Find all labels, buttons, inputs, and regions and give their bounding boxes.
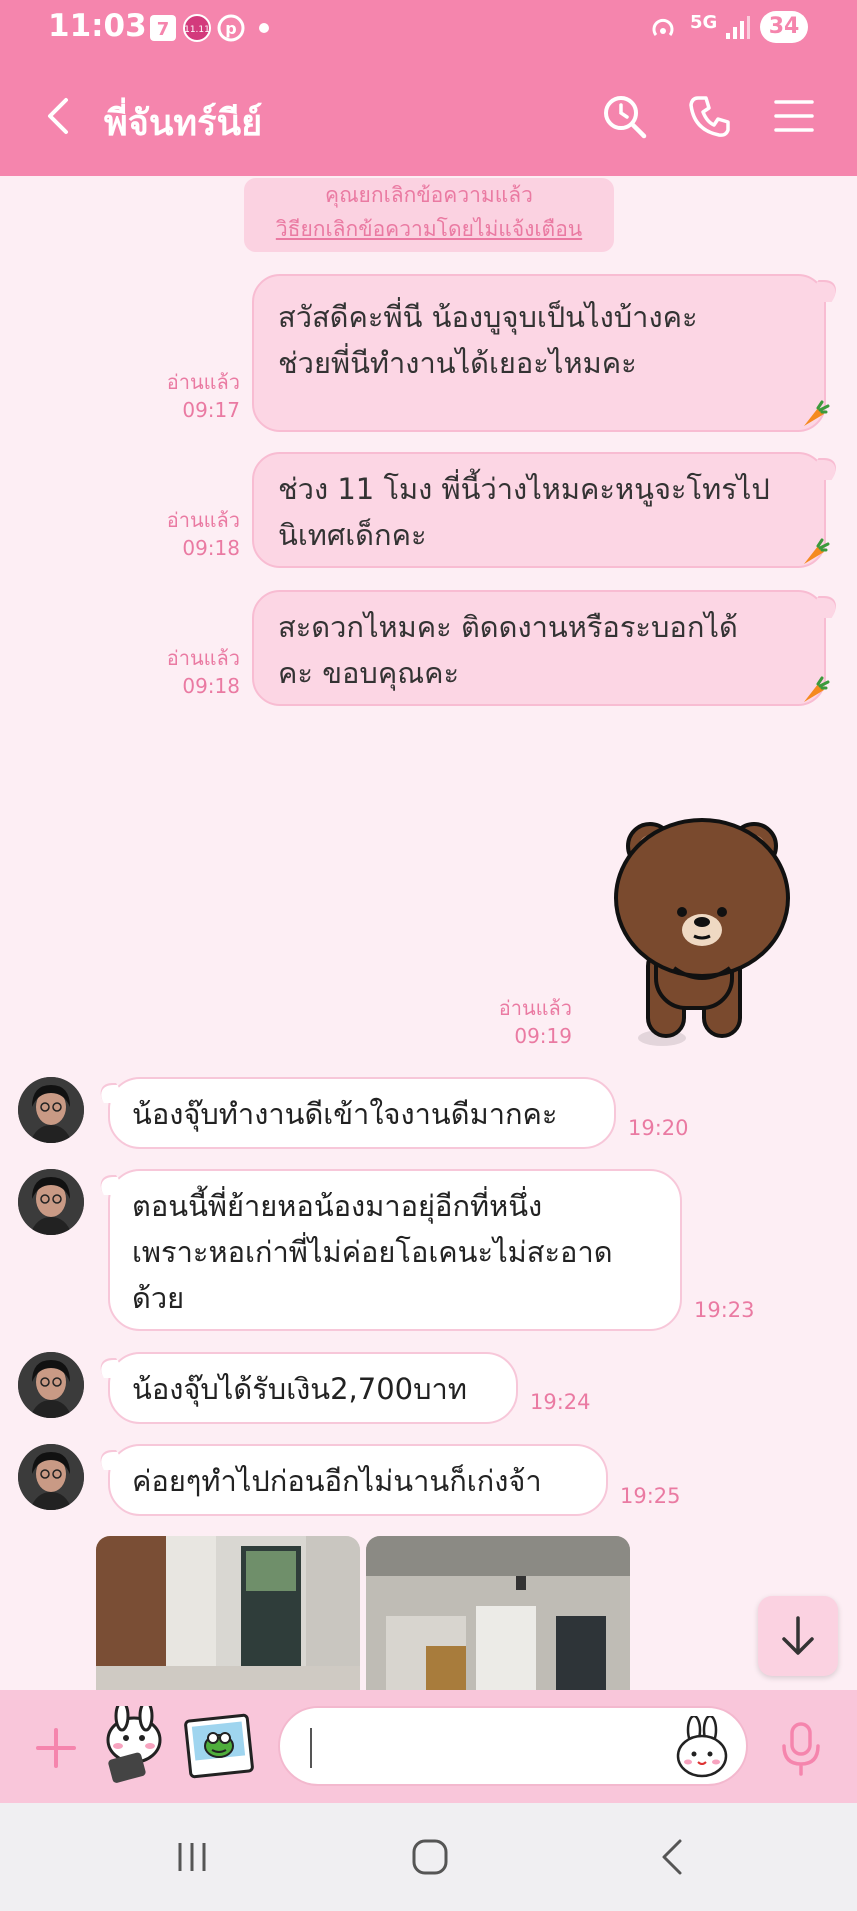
status-bar: 11:03 7 11.11 p 5G 34 xyxy=(0,0,857,56)
back-icon[interactable] xyxy=(652,1835,692,1879)
photo-thumbnail[interactable] xyxy=(366,1536,630,1696)
message-input-bar xyxy=(0,1690,857,1803)
avatar[interactable] xyxy=(18,1352,84,1418)
message-time: 09:17 xyxy=(182,398,240,422)
shop-badge-icon: 11.11 xyxy=(183,14,211,42)
home-icon[interactable] xyxy=(408,1835,452,1879)
carrot-icon xyxy=(804,676,830,702)
avatar[interactable] xyxy=(18,1077,84,1143)
incoming-message[interactable]: ตอนนี้พี่ย้ายหอน้องมาอยุ่อีกที่หนึ่ง เพรา… xyxy=(108,1169,682,1331)
search-icon[interactable] xyxy=(600,92,648,140)
pinterest-icon: p xyxy=(217,14,245,42)
read-receipt: อ่านแล้ว 09:18 xyxy=(150,644,240,700)
read-receipt: อ่านแล้ว 09:18 xyxy=(150,506,240,562)
text-caret xyxy=(310,1728,312,1768)
chat-title: พี่จันทร์นีย์ xyxy=(104,103,263,144)
carrot-icon xyxy=(804,400,830,426)
avatar[interactable] xyxy=(18,1169,84,1235)
read-receipt: อ่านแล้ว 09:17 xyxy=(150,368,240,424)
hotspot-icon xyxy=(652,18,674,36)
message-time: 19:24 xyxy=(530,1390,591,1414)
carrot-icon xyxy=(804,538,830,564)
svg-text:7: 7 xyxy=(157,19,170,40)
status-time: 11:03 xyxy=(48,8,147,44)
recent-apps-icon[interactable] xyxy=(172,1837,212,1877)
plus-icon[interactable] xyxy=(34,1726,78,1770)
sticker-icon[interactable] xyxy=(96,1706,172,1786)
message-time: 19:20 xyxy=(628,1116,689,1140)
svg-text:11.11: 11.11 xyxy=(184,25,210,35)
photo-thumbnail[interactable] xyxy=(96,1536,360,1696)
message-input[interactable] xyxy=(278,1706,748,1786)
outgoing-message[interactable]: สวัสดีคะพี่นี น้องบูจุบเป็นไงบ้างคะ ช่วยพ… xyxy=(252,274,826,432)
read-receipt: อ่านแล้ว 09:19 xyxy=(482,994,572,1050)
notice-link[interactable]: วิธียกเลิกข้อความโดยไม่แจ้งเตือน xyxy=(244,212,614,246)
microphone-icon[interactable] xyxy=(778,1720,824,1776)
dot-icon xyxy=(259,23,269,33)
network-type: 5G xyxy=(690,12,718,33)
system-nav-bar xyxy=(0,1803,857,1911)
menu-icon[interactable] xyxy=(770,92,818,140)
unsend-notice: คุณยกเลิกข้อความแล้ว วิธียกเลิกข้อความโด… xyxy=(244,178,614,252)
image-icon[interactable] xyxy=(184,1712,254,1780)
battery-indicator: 34 xyxy=(760,11,808,43)
outgoing-message[interactable]: สะดวกไหมคะ ติดดงานหรือระบอกได้ คะ ขอบคุณค… xyxy=(252,590,826,706)
brown-bear-sticker-icon[interactable] xyxy=(614,808,804,1048)
incoming-message[interactable]: ค่อยๆทำไปก่อนอีกไม่นานก็เก่งจ้า xyxy=(108,1444,608,1516)
arrow-down-icon xyxy=(782,1616,814,1655)
incoming-message[interactable]: น้องจุ๊บได้รับเงิน2,700บาท xyxy=(108,1352,518,1424)
scroll-down-button[interactable] xyxy=(758,1596,838,1676)
message-time: 19:25 xyxy=(620,1484,681,1508)
incoming-message[interactable]: น้องจุ๊บทำงานดีเข้าใจงานดีมากคะ xyxy=(108,1077,616,1149)
chevron-left-icon[interactable] xyxy=(36,92,84,140)
avatar[interactable] xyxy=(18,1444,84,1510)
seven-eleven-icon: 7 xyxy=(150,15,176,41)
svg-text:p: p xyxy=(225,19,236,38)
message-time: 19:23 xyxy=(694,1298,755,1322)
emoji-icon[interactable] xyxy=(672,1716,732,1780)
message-time: 09:19 xyxy=(514,1024,572,1048)
outgoing-message[interactable]: ช่วง 11 โมง พี่นี้ว่างไหมคะหนูจะโทรไป นิเ… xyxy=(252,452,826,568)
notice-text: คุณยกเลิกข้อความแล้ว xyxy=(325,183,533,207)
phone-icon[interactable] xyxy=(686,92,734,140)
message-time: 09:18 xyxy=(182,674,240,698)
signal-icon xyxy=(726,16,750,39)
message-time: 09:18 xyxy=(182,536,240,560)
chat-header: พี่จันทร์นีย์ xyxy=(0,56,857,176)
